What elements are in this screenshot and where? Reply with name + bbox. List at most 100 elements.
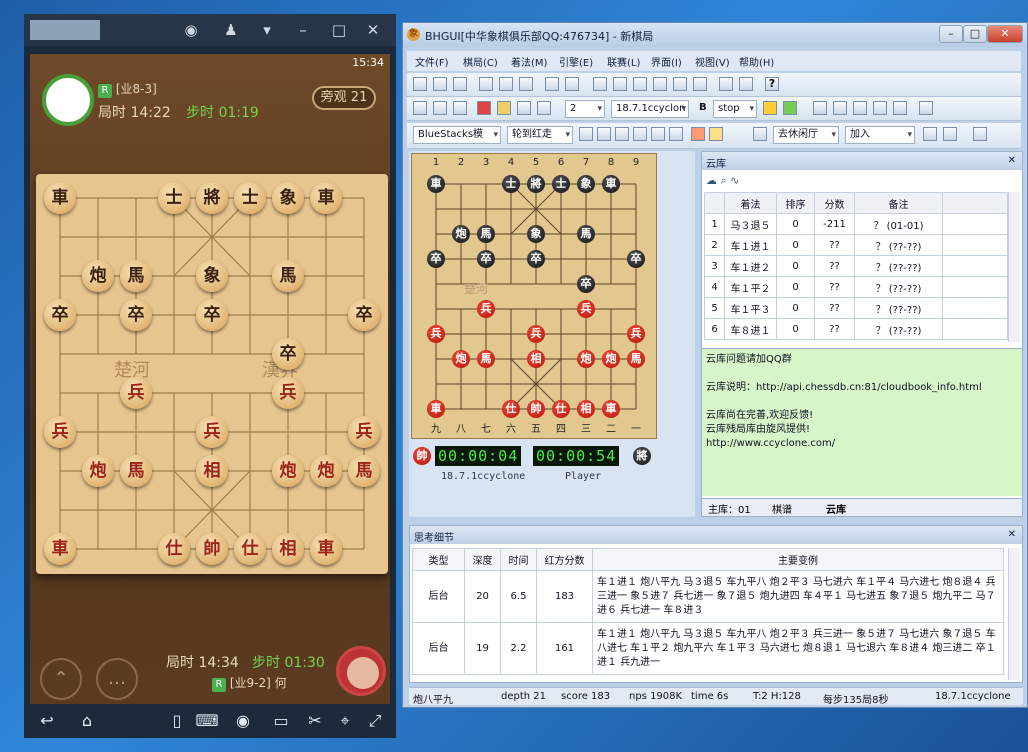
back-icon[interactable]: ↩ [34,710,60,732]
maximize-icon[interactable]: □ [328,20,350,40]
cloud-search-icon[interactable]: ⌕ [721,174,727,187]
small-board-piece[interactable]: 炮 [452,225,470,243]
board-piece[interactable]: 兵 [120,377,152,409]
col-note[interactable]: 备注 [854,192,943,214]
small-board-piece[interactable]: 士 [552,175,570,193]
top-player-avatar[interactable] [42,74,94,126]
menu-game[interactable]: 棋局(C) [463,54,498,69]
small-board-piece[interactable]: 車 [602,175,620,193]
tab-game-record[interactable]: 棋谱 [772,501,792,516]
board-piece[interactable]: 炮 [82,455,114,487]
join-select[interactable]: 加入 [845,126,915,144]
menu-file[interactable]: 文件(F) [415,54,449,69]
menu-move[interactable]: 着法(M) [511,54,547,69]
small-board-piece[interactable]: 仕 [502,400,520,418]
board-piece[interactable]: 車 [310,533,342,565]
globe-icon[interactable] [783,101,797,115]
save-icon[interactable] [453,77,467,91]
small-board-piece[interactable]: 仕 [552,400,570,418]
settings-icon[interactable] [719,77,733,91]
board-piece[interactable]: 卒 [196,299,228,331]
small-board-piece[interactable]: 兵 [527,325,545,343]
board-piece[interactable]: 炮 [310,455,342,487]
tools-icon[interactable] [693,77,707,91]
col-pv[interactable]: 主要变例 [592,548,1004,571]
minimize-icon[interactable]: – [292,20,314,40]
board-piece[interactable]: 兵 [196,416,228,448]
small-board-piece[interactable]: 士 [502,175,520,193]
connect-icon[interactable] [597,127,611,141]
menu-ui[interactable]: 界面(I) [651,54,682,69]
small-board-piece[interactable]: 馬 [577,225,595,243]
cloud-row[interactable]: 1 马３退５ 0 -211？ (01-01) [704,213,1008,235]
scissors-icon[interactable]: ✂ [302,710,328,732]
small-board-piece[interactable]: 象 [577,175,595,193]
small-board-piece[interactable]: 炮 [602,350,620,368]
menu-league[interactable]: 联赛(L) [607,54,640,69]
small-board-piece[interactable]: 馬 [477,225,495,243]
board-piece[interactable]: 車 [310,182,342,214]
tab-main-library[interactable]: 主库：01 [708,501,751,516]
board-piece[interactable]: 車 [44,533,76,565]
cloud-query-icon[interactable]: ☁ [706,174,717,187]
small-board-piece[interactable]: 兵 [577,300,595,318]
down-icon[interactable] [943,127,957,141]
edit-icon[interactable] [413,101,427,115]
black-piece-icon[interactable] [709,127,723,141]
first-move-icon[interactable] [593,77,607,91]
board-piece[interactable]: 馬 [120,455,152,487]
close-button[interactable]: ✕ [987,25,1023,43]
board-piece[interactable]: 相 [272,533,304,565]
col-time[interactable]: 时间 [500,548,537,571]
turn-select[interactable]: 轮到红走 [507,126,573,144]
small-board-piece[interactable]: 炮 [452,350,470,368]
phone-icon[interactable]: ▯ [164,710,190,732]
chat-icon[interactable]: … [96,658,138,700]
board-piece[interactable]: 仕 [234,533,266,565]
cloud-row[interactable]: 5 车１平３ 0??？ (??-??) [704,297,1008,319]
search-icon[interactable] [517,101,531,115]
loop-icon[interactable] [893,101,907,115]
small-board-piece[interactable]: 馬 [477,350,495,368]
board-piece[interactable]: 士 [158,182,190,214]
col-score[interactable]: 分数 [814,192,855,214]
link-icon[interactable] [519,77,533,91]
board-piece[interactable]: 馬 [348,455,380,487]
pane-close-icon[interactable]: ✕ [1008,155,1016,166]
small-board-piece[interactable]: 相 [527,350,545,368]
small-board-piece[interactable]: 象 [527,225,545,243]
game-board[interactable]: 楚河 漢界 車士將士象車炮馬象馬卒卒卒卒卒兵兵兵兵兵炮馬相炮炮馬車仕帥仕相車 [36,174,388,574]
user-icon[interactable] [973,127,987,141]
board-piece[interactable]: 兵 [272,377,304,409]
eye-icon[interactable]: ◉ [230,710,256,732]
col-depth[interactable]: 深度 [464,548,501,571]
flag-icon[interactable] [477,101,491,115]
small-board[interactable]: 123456789 九八七六五四三二一 楚河 車士將士象車炮馬象馬卒卒卒卒卒兵兵… [411,153,657,439]
grid2-icon[interactable] [923,127,937,141]
emulator-tab-thumbnail[interactable] [30,20,100,40]
menu-view[interactable]: 视图(V) [695,54,730,69]
location-icon[interactable]: ⌖ [332,710,358,732]
small-board-piece[interactable]: 車 [602,400,620,418]
layout-icon[interactable] [853,101,867,115]
small-board-piece[interactable]: 帥 [527,400,545,418]
maximize-button[interactable]: □ [963,25,987,43]
cloud-info-link[interactable]: http://www.ccyclone.com/ [706,437,1018,451]
link-board-icon[interactable] [579,127,593,141]
small-board-piece[interactable]: 兵 [477,300,495,318]
analysis-close-icon[interactable]: ✕ [1008,529,1016,540]
flip-icon[interactable] [545,77,559,91]
bottom-player-avatar[interactable] [336,646,386,696]
spectate-button[interactable]: 旁观 21 [312,86,376,110]
monitor-icon[interactable] [453,101,467,115]
dropdown-icon[interactable]: ▾ [256,20,278,40]
board-piece[interactable]: 炮 [272,455,304,487]
small-board-piece[interactable]: 車 [427,175,445,193]
board-piece[interactable]: 兵 [348,416,380,448]
rotate-icon[interactable]: ▭ [268,710,294,732]
theme-icon[interactable]: ♟ [220,20,242,40]
home-icon[interactable]: ⌂ [74,710,100,732]
help-icon[interactable]: ? [765,77,779,91]
cloud-row[interactable]: 4 车１平２ 0??？ (??-??) [704,276,1008,298]
cloud-scrollbar[interactable] [1008,192,1020,342]
